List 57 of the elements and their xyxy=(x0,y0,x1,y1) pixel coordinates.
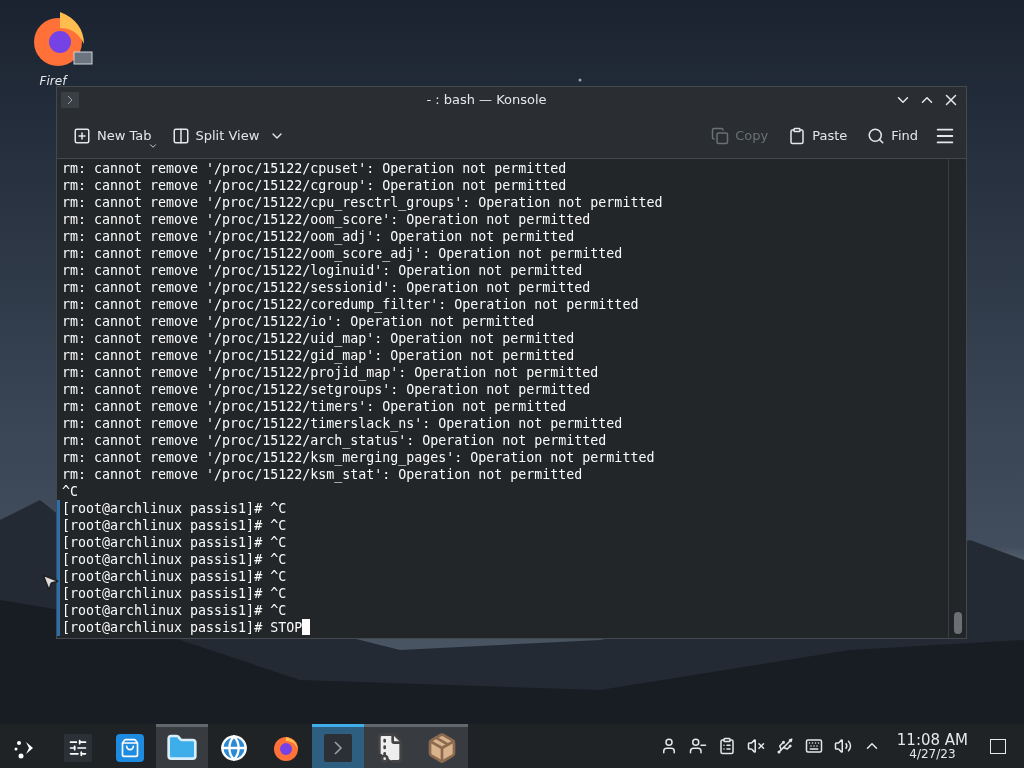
taskbar-item[interactable] xyxy=(416,724,468,768)
desktop-icon-label[interactable]: Firef xyxy=(39,72,67,90)
terminal-line: rm: cannot remove '/proc/15122/ksm_stat': Operation not permitted xyxy=(61,466,583,483)
terminal-line: rm: cannot remove '/proc/15122/timers': Operation not permitted xyxy=(61,398,567,415)
taskbar-item[interactable] xyxy=(156,724,208,768)
terminal-line: rm: cannot remove '/proc/15122/projid_map': Operation not permitted xyxy=(61,364,599,381)
terminal-line: rm: cannot remove '/proc/15122/uid_map': Operation not permitted xyxy=(61,330,575,347)
terminal-line: rm: cannot remove '/proc/15122/oom_score': Operation not permitted xyxy=(61,211,591,228)
speaker-icon[interactable] xyxy=(833,737,852,755)
terminal-line: rm: cannot remove '/proc/15122/oom_score_adj': Operation not permitted xyxy=(61,245,623,262)
shopping-bag-icon xyxy=(116,733,144,762)
terminal-line: rm: cannot remove '/proc/15122/setgroups': Operation not permitted xyxy=(61,381,591,398)
terminal-line: [root@archlinux passis1]# STOP xyxy=(61,619,303,636)
terminal-line: [root@archlinux passis1]# ^C xyxy=(61,568,287,585)
new-tab-icon xyxy=(73,126,91,145)
terminal-line: [root@archlinux passis1]# ^C xyxy=(61,517,287,534)
copy-icon xyxy=(711,126,730,145)
show-desktop-button[interactable] xyxy=(990,738,1006,754)
terminal-line: [root@archlinux passis1]# ^C xyxy=(61,534,287,551)
toolbar-button[interactable]: New Tab xyxy=(67,120,158,151)
terminal-icon xyxy=(323,732,353,763)
package-icon xyxy=(426,731,458,764)
terminal-line: rm: cannot remove '/proc/15122/cgroup': Operation not permitted xyxy=(61,177,567,194)
terminal-line: rm: cannot remove '/proc/15122/cpu_resctrl_groups': Operation not permitted xyxy=(61,194,663,211)
terminal-line: rm: cannot remove '/proc/15122/oom_adj': Operation not permitted xyxy=(61,228,575,245)
terminal-icon xyxy=(61,92,79,108)
terminal-line: rm: cannot remove '/proc/15122/cpuset': Operation not permitted xyxy=(61,160,567,177)
clipboard-icon[interactable] xyxy=(717,737,736,755)
window-title: - : bash — Konsole xyxy=(425,91,548,110)
user-minus-icon[interactable] xyxy=(688,737,707,755)
toolbar-button[interactable]: Paste xyxy=(782,120,854,151)
keyboard-icon[interactable] xyxy=(804,737,823,755)
terminal-line: [root@archlinux passis1]# ^C xyxy=(61,585,287,602)
terminal-line: [root@archlinux passis1]# ^C xyxy=(61,602,287,619)
split-view-icon xyxy=(171,126,190,145)
terminal-line: rm: cannot remove '/proc/15122/coredump_filter': Operation not permitted xyxy=(61,296,639,313)
clock-date[interactable]: 4/27/23 xyxy=(909,747,956,760)
sliders-icon xyxy=(64,733,92,762)
search-icon xyxy=(867,126,886,145)
toolbar-button[interactable]: Find xyxy=(861,120,924,151)
clipboard-icon xyxy=(788,126,807,145)
terminal-line: rm: cannot remove '/proc/15122/ksm_merging_pages': Operation not permitted xyxy=(61,449,655,466)
terminal-line: rm: cannot remove '/proc/15122/arch_status': Operation not permitted xyxy=(61,432,607,449)
terminal-line: rm: cannot remove '/proc/15122/loginuid': Operation not permitted xyxy=(61,262,583,279)
terminal-line: rm: cannot remove '/proc/15122/gid_map': Operation not permitted xyxy=(61,347,575,364)
terminal-line: rm: cannot remove '/proc/15122/sessionid': Operation not permitted xyxy=(61,279,591,296)
terminal-line: rm: cannot remove '/proc/15122/io': Operation not permitted xyxy=(61,313,535,330)
globe-icon xyxy=(220,733,248,762)
terminal-line: [root@archlinux passis1]# ^C xyxy=(61,500,287,517)
terminal-line: [root@archlinux passis1]# ^C xyxy=(61,551,287,568)
toolbar-button[interactable]: Split View xyxy=(165,120,292,151)
muted-speaker-icon[interactable] xyxy=(746,737,765,755)
clock-time[interactable]: 11:08 AM xyxy=(896,732,968,748)
terminal-line: ^C xyxy=(61,483,78,500)
usb-icon[interactable] xyxy=(775,737,794,755)
taskbar-item[interactable] xyxy=(364,724,416,768)
terminal-line: rm: cannot remove '/proc/15122/timerslack_ns': Operation not permitted xyxy=(61,415,623,432)
